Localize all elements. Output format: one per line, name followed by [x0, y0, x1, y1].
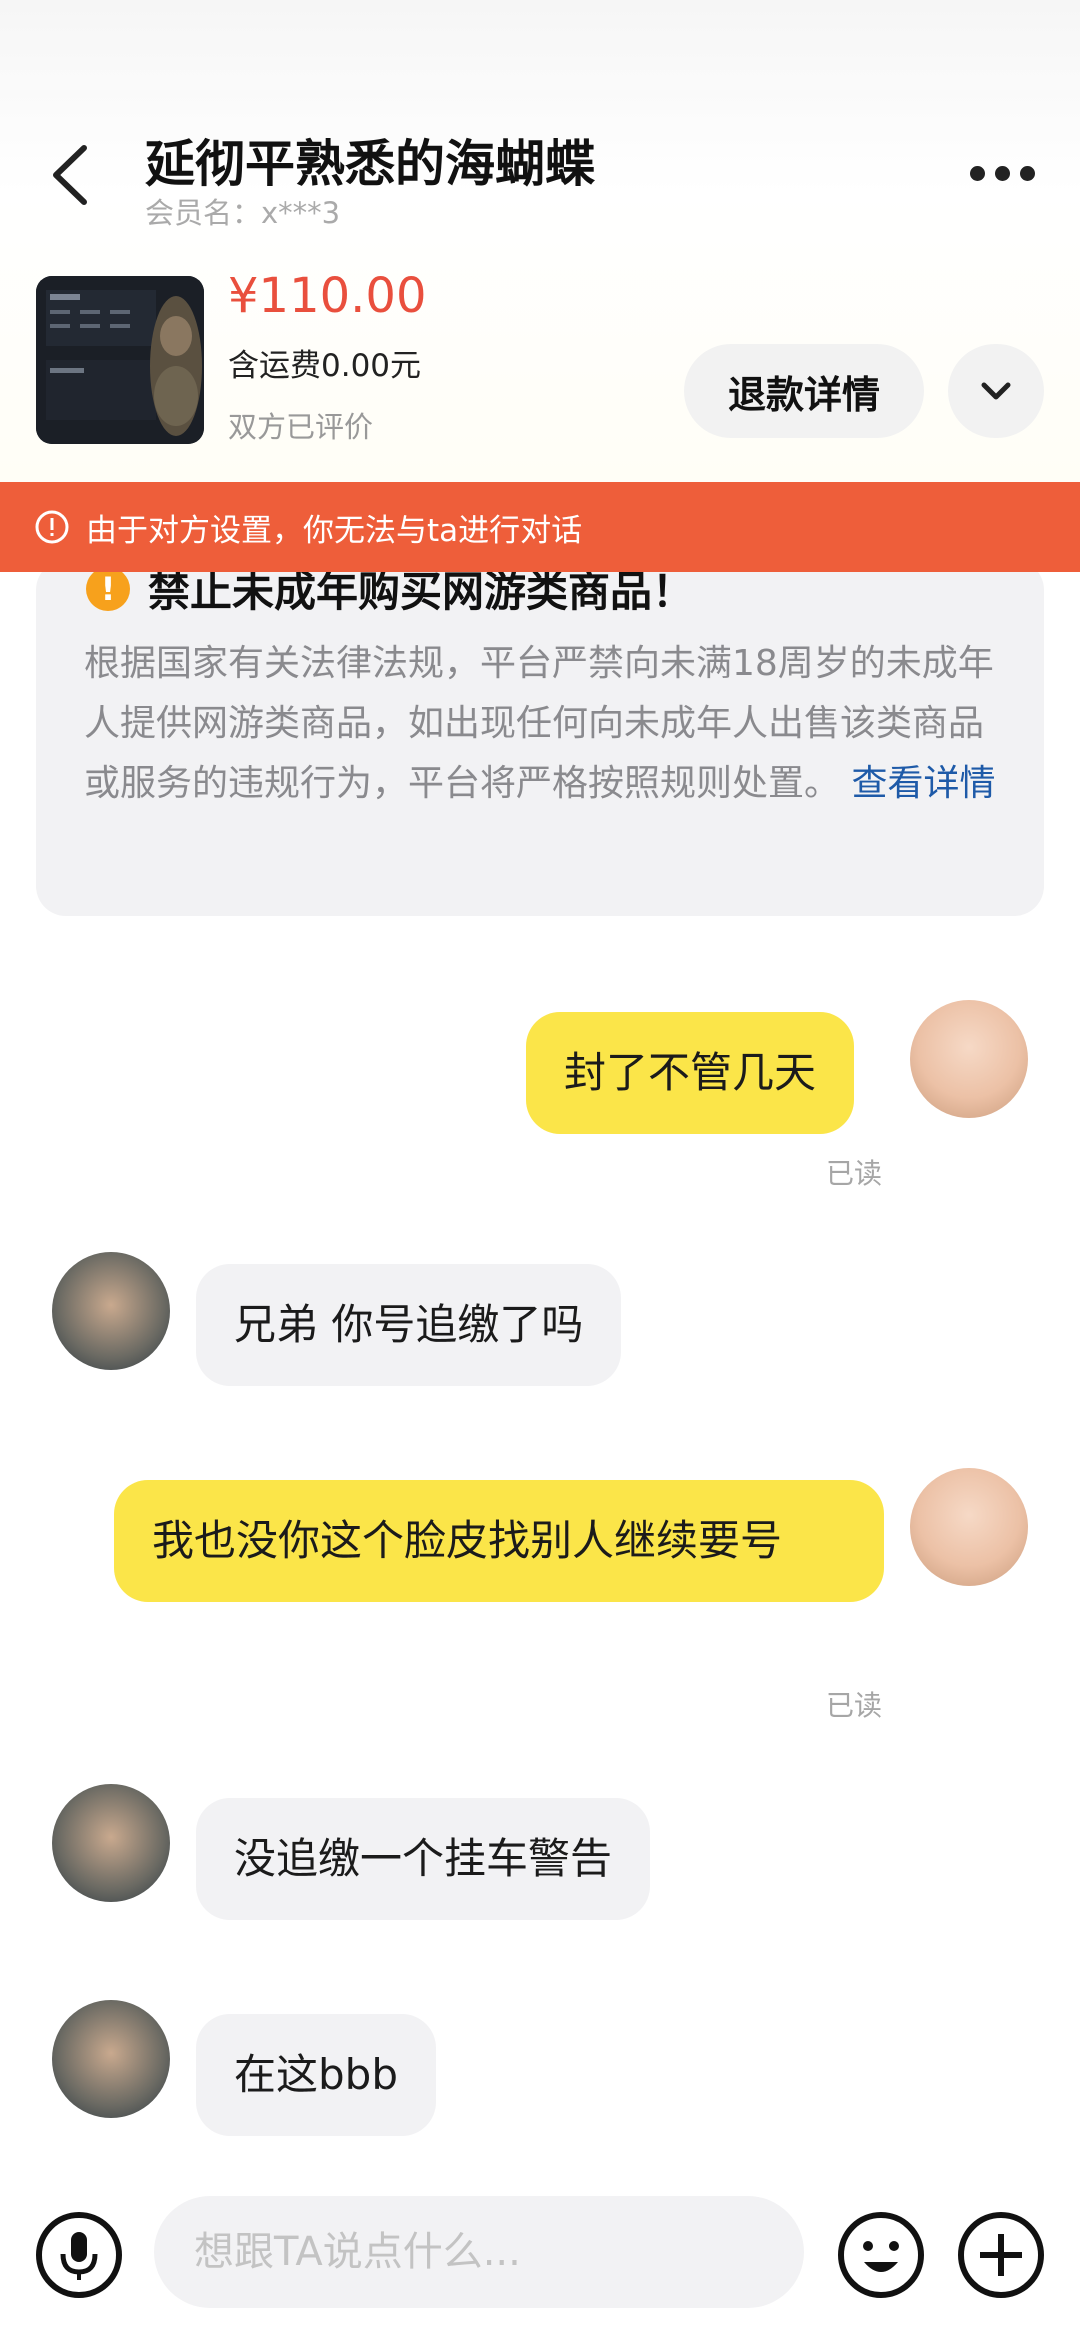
read-receipt: 已读 — [826, 1689, 883, 1722]
notice-body: 根据国家有关法律法规，平台严禁向未满18周岁的未成年人提供网游类商品，如出现任何… — [84, 634, 1004, 814]
emoji-icon — [838, 2212, 924, 2298]
microphone-icon — [36, 2212, 122, 2298]
message-bubble-received[interactable]: 兄弟 你号追缴了吗 — [196, 1264, 622, 1386]
shipping-fee: 含运费0.00元 — [228, 348, 422, 384]
my-avatar[interactable] — [910, 1468, 1028, 1586]
refund-details-button[interactable]: 退款详情 — [684, 344, 924, 438]
product-price: ¥110.00 — [228, 268, 427, 324]
member-name: 会员名：x***3 — [145, 196, 341, 230]
product-thumbnail[interactable] — [36, 276, 204, 444]
message-bubble-received[interactable]: 在这bbb — [196, 2014, 436, 2136]
message-text: 没追缴一个挂车警告 — [234, 1834, 613, 1883]
chat-title: 延彻平熟悉的海蝴蝶 — [145, 135, 595, 193]
contact-avatar[interactable] — [52, 1784, 170, 1902]
more-button[interactable] — [968, 158, 1038, 188]
message-text: 封了不管几天 — [564, 1048, 817, 1097]
minor-protection-notice: ! 禁止未成年购买网游类商品！ 根据国家有关法律法规，平台严禁向未满18周岁的未… — [36, 560, 1044, 916]
back-arrow-icon — [53, 145, 87, 205]
message-composer — [0, 2168, 1080, 2340]
message-text: 在这bbb — [234, 2050, 398, 2099]
contact-avatar[interactable] — [52, 1252, 170, 1370]
view-details-link[interactable]: 查看详情 — [851, 763, 995, 804]
chevron-down-icon — [981, 382, 1011, 400]
more-actions-button[interactable] — [956, 2210, 1046, 2300]
plus-icon — [958, 2212, 1044, 2298]
more-dots-icon — [1020, 166, 1035, 181]
message-text: 兄弟 你号追缴了吗 — [234, 1300, 584, 1349]
more-dots-icon — [995, 166, 1010, 181]
contact-avatar[interactable] — [52, 2000, 170, 2118]
expand-button[interactable] — [948, 344, 1044, 438]
my-avatar[interactable] — [910, 1000, 1028, 1118]
message-text: 我也没你这个脸皮找别人继续要号 — [152, 1516, 783, 1565]
voice-button[interactable] — [34, 2210, 124, 2300]
back-button[interactable] — [40, 140, 100, 210]
message-bubble-sent[interactable]: 我也没你这个脸皮找别人继续要号 — [114, 1480, 884, 1602]
chat-header: 延彻平熟悉的海蝴蝶 会员名：x***3 ¥110.00 含运费0.00元 双方已… — [0, 0, 1080, 484]
product-image — [36, 276, 204, 444]
warning-icon: ! — [86, 566, 130, 611]
review-status: 双方已评价 — [228, 410, 374, 444]
message-input[interactable] — [154, 2196, 804, 2308]
message-bubble-received[interactable]: 没追缴一个挂车警告 — [196, 1798, 651, 1920]
emoji-button[interactable] — [836, 2210, 926, 2300]
message-bubble-sent[interactable]: 封了不管几天 — [526, 1012, 855, 1134]
more-dots-icon — [970, 166, 985, 181]
read-receipt: 已读 — [826, 1157, 883, 1190]
alert-circle-icon — [34, 509, 70, 545]
banner-text: 由于对方设置，你无法与ta进行对话 — [86, 512, 583, 549]
chat-restriction-banner: 由于对方设置，你无法与ta进行对话 — [0, 482, 1080, 572]
